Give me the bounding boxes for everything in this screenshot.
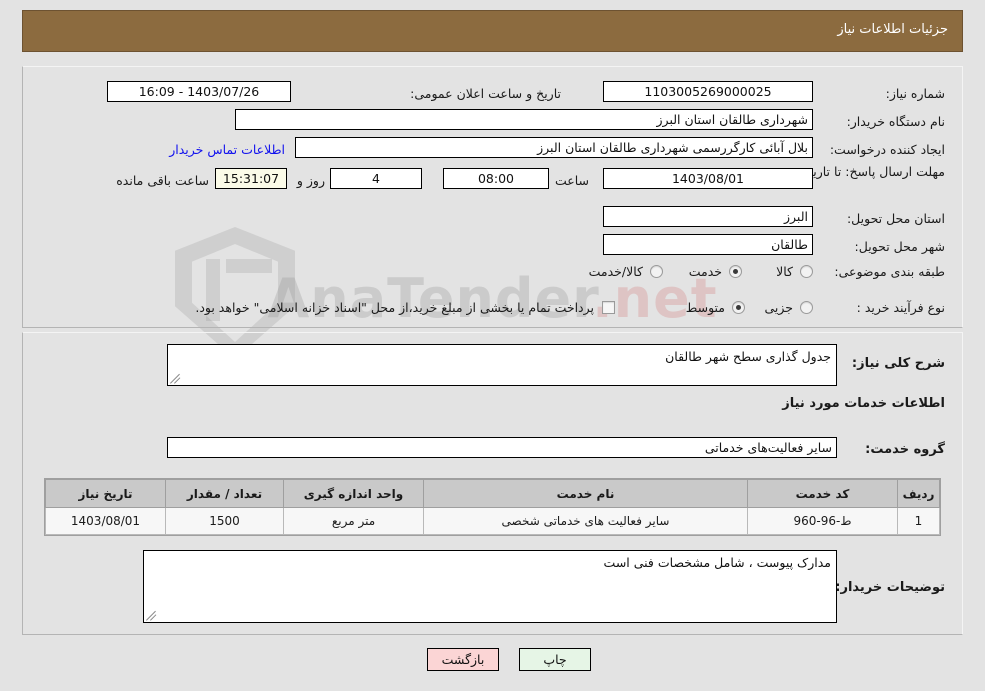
radio-category-kala-khedmat-label: کالا/خدمت (588, 264, 643, 279)
remaining-suffix-label: ساعت باقی مانده (116, 173, 209, 188)
th-date: تاریخ نیاز (45, 479, 166, 508)
remaining-time-field: 15:31:07 (215, 168, 287, 189)
treasury-bonds-checkbox[interactable] (602, 301, 615, 314)
radio-purchase-motavaset[interactable] (732, 301, 745, 314)
need-number-label: شماره نیاز: (885, 86, 945, 101)
radio-category-khedmat-label: خدمت (688, 264, 722, 279)
cell-radif: 1 (897, 507, 940, 535)
page-root: AnaTender.net جزئیات اطلاعات نیاز شماره … (0, 0, 985, 691)
buyer-contact-link[interactable]: اطلاعات تماس خریدار (169, 142, 285, 157)
resize-grip-icon-notes[interactable] (146, 610, 157, 621)
summary-label: شرح کلی نیاز: (851, 356, 945, 371)
deadline-time-field[interactable]: 08:00 (443, 168, 549, 189)
cell-code: ط-96-960 (747, 507, 898, 535)
radio-purchase-motavaset-label: متوسط (685, 300, 725, 315)
radio-category-kala-label: کالا (776, 264, 793, 279)
purchase-type-label: نوع فرآیند خرید : (856, 300, 945, 315)
summary-value: جدول گذاری سطح شهر طالقان (665, 349, 831, 364)
deadline-date-field[interactable]: 1403/08/01 (603, 168, 813, 189)
buyer-notes-value: مدارک پیوست ، شامل مشخصات فنی است (603, 555, 831, 570)
radio-category-khedmat[interactable] (729, 265, 742, 278)
resize-grip-icon[interactable] (170, 373, 181, 384)
th-radif: ردیف (897, 479, 940, 508)
remaining-days-field[interactable]: 4 (330, 168, 422, 189)
summary-field[interactable]: جدول گذاری سطح شهر طالقان (167, 344, 837, 386)
delivery-province-label: استان محل تحویل: (846, 211, 945, 226)
cell-quantity: 1500 (165, 507, 284, 535)
deadline-label-text: مهلت ارسال پاسخ: تا تاریخ: (800, 164, 945, 179)
announce-datetime-label: تاریخ و ساعت اعلان عمومی: (410, 86, 561, 101)
announce-datetime-field[interactable]: 1403/07/26 - 16:09 (107, 81, 291, 102)
back-button[interactable]: بازگشت (427, 648, 499, 671)
cell-date: 1403/08/01 (45, 507, 166, 535)
th-name: نام خدمت (423, 479, 748, 508)
radio-purchase-jozii[interactable] (800, 301, 813, 314)
th-unit: واحد اندازه گیری (283, 479, 424, 508)
cell-unit: متر مربع (283, 507, 424, 535)
page-title: جزئیات اطلاعات نیاز (837, 22, 948, 37)
services-section-title: اطلاعات خدمات مورد نیاز (782, 396, 945, 411)
radio-category-kala[interactable] (800, 265, 813, 278)
buyer-org-label: نام دستگاه خریدار: (846, 114, 945, 129)
table-header-row: ردیف کد خدمت نام خدمت واحد اندازه گیری ت… (45, 479, 940, 508)
service-group-label: گروه خدمت: (865, 442, 945, 457)
deadline-label: مهلت ارسال پاسخ: تا تاریخ: (801, 164, 945, 180)
service-group-field[interactable]: سایر فعالیت‌های خدماتی (167, 437, 837, 458)
treasury-bonds-text: پرداخت تمام یا بخشی از مبلغ خرید،از محل … (195, 300, 594, 315)
deadline-time-label: ساعت (554, 173, 589, 188)
services-table: ردیف کد خدمت نام خدمت واحد اندازه گیری ت… (44, 478, 941, 536)
buyer-org-field[interactable]: شهرداری طالقان استان البرز (235, 109, 813, 130)
requester-field[interactable]: بلال آبائی کارگررسمی شهرداری طالقان استا… (295, 137, 813, 158)
radio-purchase-jozii-label: جزیی (764, 300, 793, 315)
top-info-panel (22, 66, 963, 328)
print-button[interactable]: چاپ (519, 648, 591, 671)
buyer-notes-field[interactable]: مدارک پیوست ، شامل مشخصات فنی است (143, 550, 837, 623)
need-number-field[interactable]: 1103005269000025 (603, 81, 813, 102)
th-code: کد خدمت (747, 479, 898, 508)
buyer-notes-label: توضیحات خریدار: (835, 580, 945, 595)
remaining-days-label: روز و (296, 173, 325, 188)
header-bar: جزئیات اطلاعات نیاز (22, 10, 963, 52)
category-label: طبقه بندی موضوعی: (834, 264, 945, 279)
delivery-city-field[interactable]: طالقان (603, 234, 813, 255)
th-quantity: تعداد / مقدار (165, 479, 284, 508)
radio-category-kala-khedmat[interactable] (650, 265, 663, 278)
delivery-province-field[interactable]: البرز (603, 206, 813, 227)
requester-label: ایجاد کننده درخواست: (829, 142, 945, 157)
delivery-city-label: شهر محل تحویل: (854, 239, 945, 254)
cell-name: سایر فعالیت های خدماتی شخصی (423, 507, 748, 535)
table-row: 1 ط-96-960 سایر فعالیت های خدماتی شخصی م… (45, 507, 940, 535)
